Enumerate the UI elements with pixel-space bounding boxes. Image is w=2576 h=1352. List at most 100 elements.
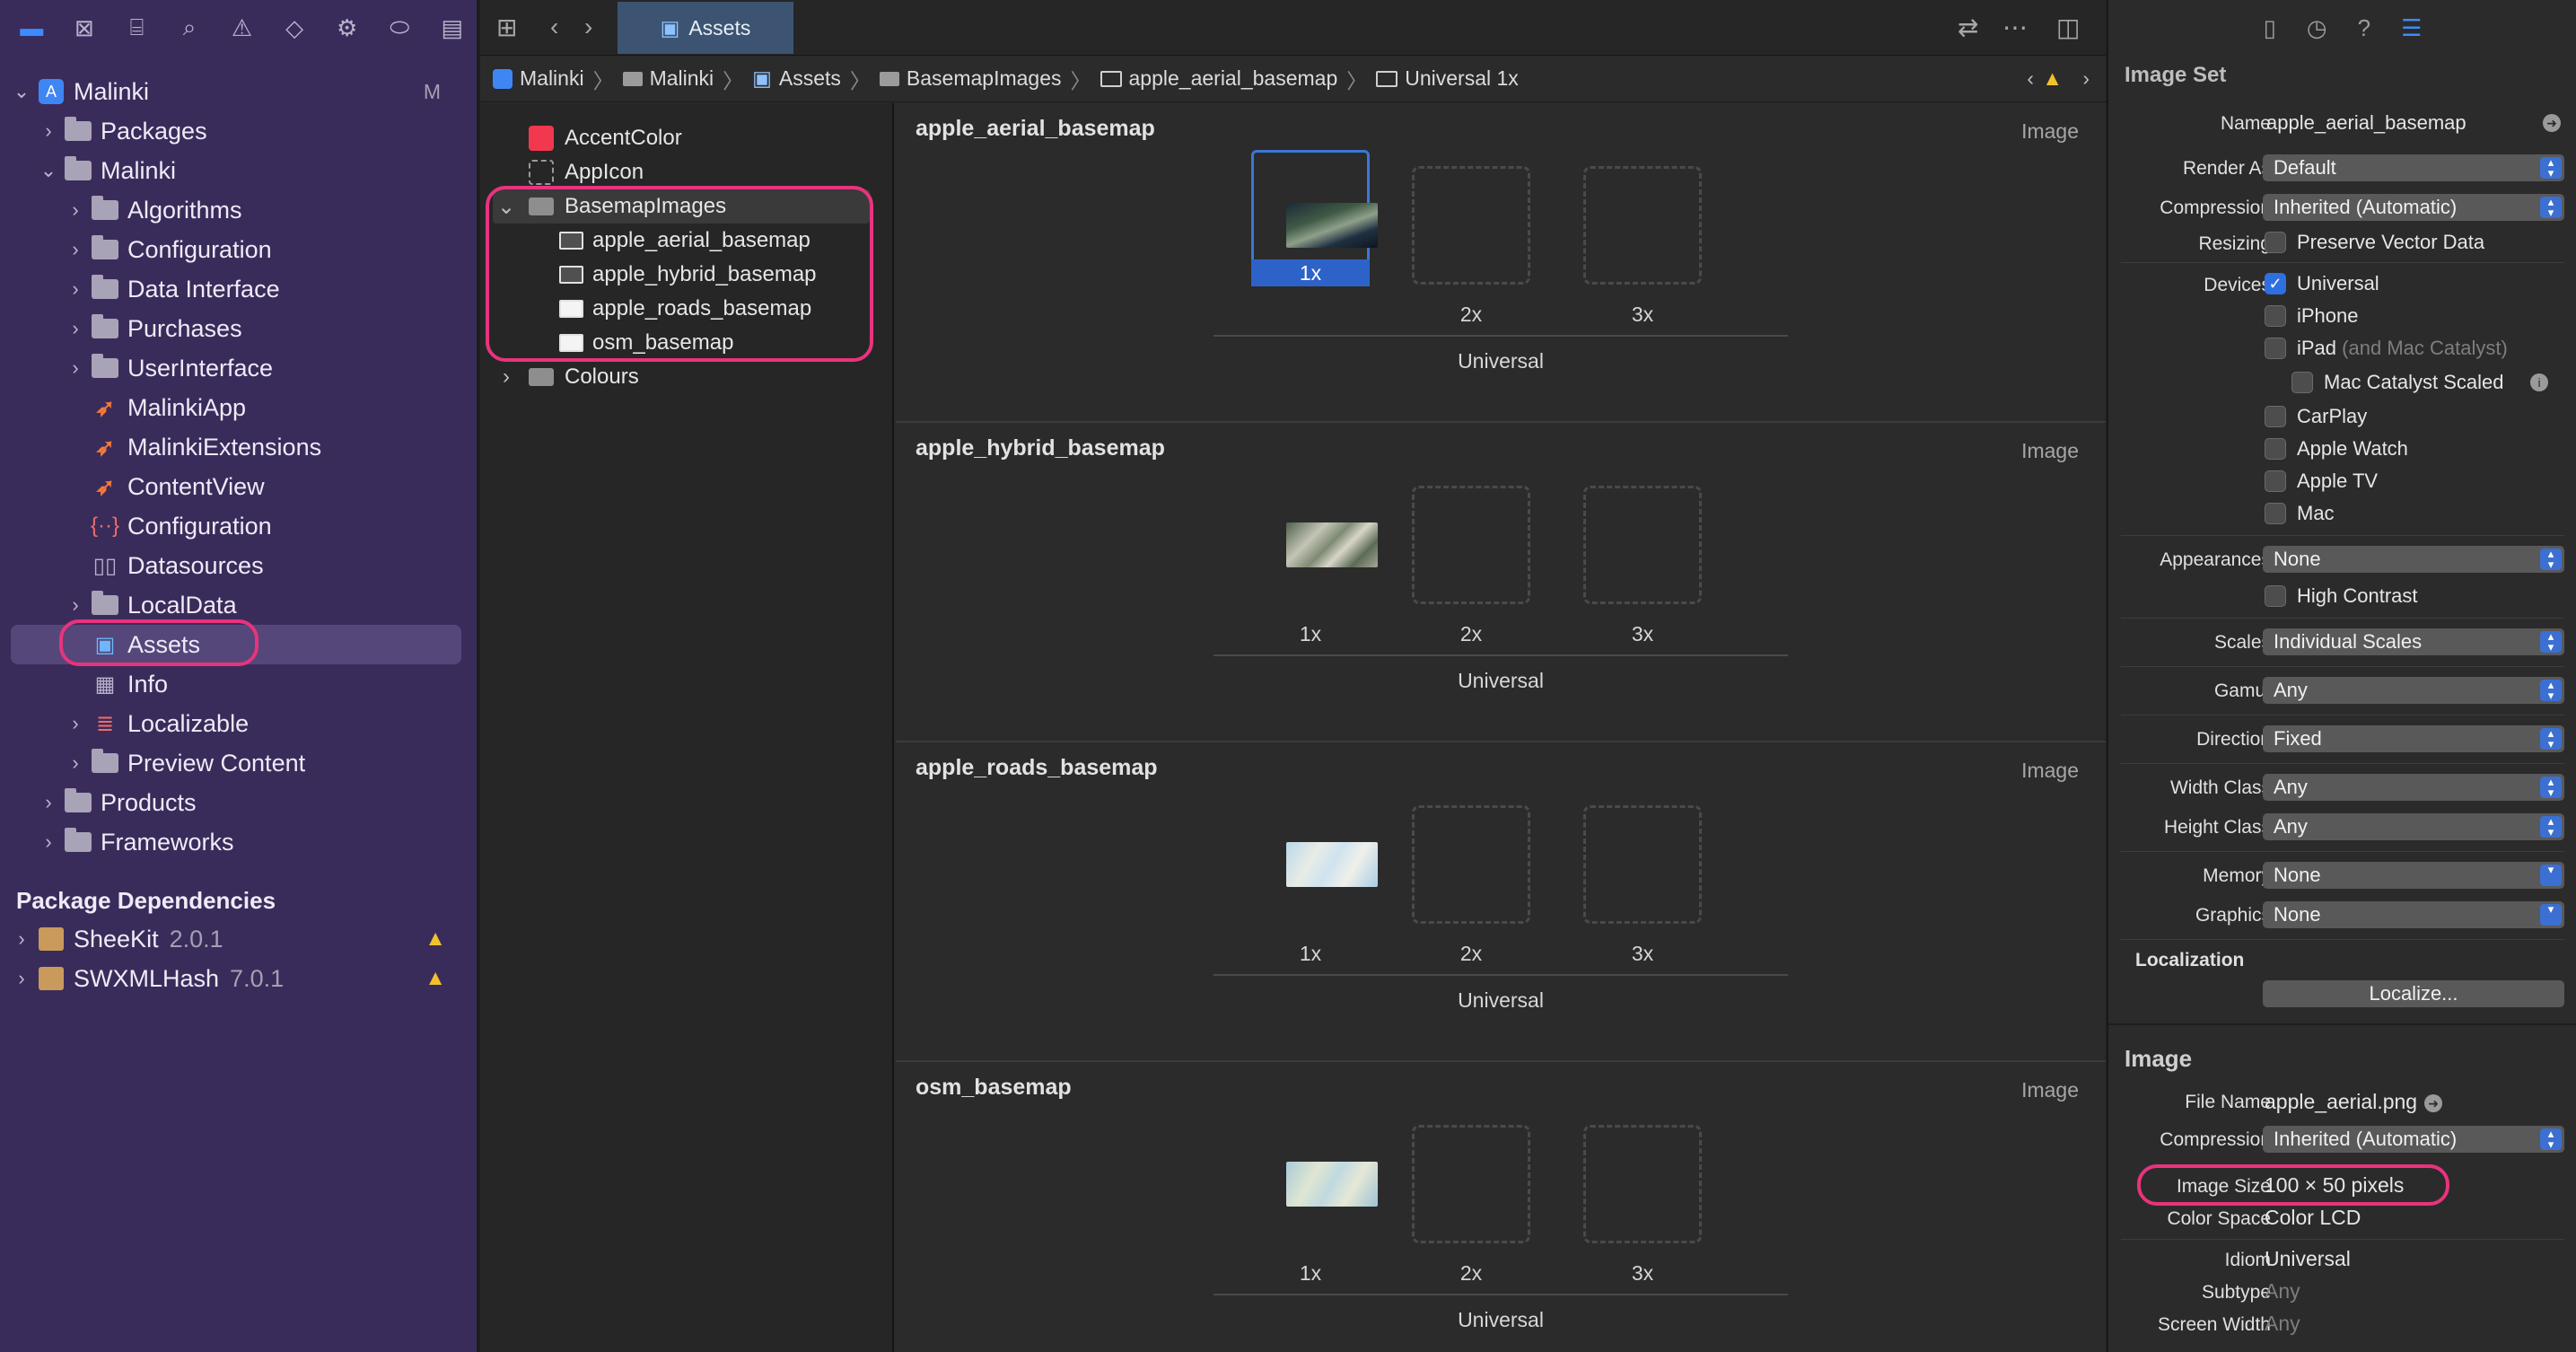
slot-1x[interactable]: 1x <box>1251 150 1378 286</box>
chevron-right-icon[interactable]: › <box>38 119 59 143</box>
slot-1x[interactable] <box>1251 486 1378 604</box>
tree-item-products[interactable]: › Products <box>0 783 477 822</box>
iphone-checkbox[interactable] <box>2265 305 2286 327</box>
chevron-down-icon[interactable]: ⌄ <box>38 159 59 182</box>
tree-item-info[interactable]: ▦ Info <box>0 664 477 704</box>
breadcrumb-item[interactable]: Malinki <box>622 66 714 91</box>
tree-item-preview-content[interactable]: › Preview Content <box>0 743 477 783</box>
jump-forward-icon[interactable]: › <box>2082 66 2090 91</box>
tree-item-malinkiapp[interactable]: ➶ MalinkiApp <box>0 388 477 427</box>
chevron-down-icon[interactable]: ⌄ <box>11 80 32 103</box>
tree-item-contentview[interactable]: ➶ ContentView <box>0 467 477 506</box>
direction-popup[interactable]: Fixed ▴ ▾ <box>2263 725 2564 752</box>
outline-item-appicon[interactable]: AppIcon <box>529 155 644 189</box>
chevron-right-icon[interactable]: › <box>65 317 86 340</box>
tree-item-malinkiextensions[interactable]: ➶ MalinkiExtensions <box>0 427 477 467</box>
slot-3x[interactable] <box>1583 486 1702 604</box>
render-as-popup[interactable]: Default ▴ ▾ <box>2263 154 2564 181</box>
carplay-checkbox[interactable] <box>2265 406 2286 427</box>
slot-1x[interactable] <box>1251 805 1378 924</box>
help-icon[interactable]: ? <box>2358 14 2370 42</box>
chevron-right-icon[interactable]: › <box>65 356 86 380</box>
graphics-popup[interactable]: None ▾ <box>2263 901 2564 928</box>
chevron-right-icon[interactable]: › <box>65 712 86 735</box>
memory-popup[interactable]: None ▾ <box>2263 862 2564 889</box>
image-compression-popup[interactable]: Inherited (Automatic) ▴ ▾ <box>2263 1126 2564 1153</box>
file-inspector-icon[interactable]: ▯ <box>2264 14 2276 42</box>
tree-item-configuration-folder[interactable]: › Configuration <box>0 230 477 269</box>
appearances-popup[interactable]: None ▴ ▾ <box>2263 546 2564 573</box>
breadcrumb-item[interactable]: Malinki <box>493 66 584 91</box>
slot-3x[interactable] <box>1583 166 1702 285</box>
catalyst-scaled-checkbox[interactable] <box>2291 372 2313 393</box>
package-swxmlhash[interactable]: › SWXMLHash 7.0.1 ▲ <box>0 959 477 998</box>
universal-checkbox[interactable]: ✓ <box>2265 273 2286 294</box>
test-icon[interactable]: ◇ <box>268 0 321 56</box>
tree-item-malinki-group[interactable]: ⌄ Malinki <box>0 151 477 190</box>
arrow-circle-icon[interactable]: ➜ <box>2424 1093 2443 1112</box>
warning-icon[interactable]: ▲ <box>425 966 446 991</box>
tree-item-project[interactable]: ⌄ A Malinki M <box>0 72 477 111</box>
attributes-inspector-icon[interactable]: ☰ <box>2401 14 2422 42</box>
source-control-icon[interactable]: ⊠ <box>58 0 111 56</box>
compression-popup[interactable]: Inherited (Automatic) ▴ ▾ <box>2263 194 2564 221</box>
apple-watch-checkbox[interactable] <box>2265 438 2286 460</box>
warning-icon[interactable]: ▲ <box>425 926 446 952</box>
height-class-popup[interactable]: Any ▴ ▾ <box>2263 813 2564 840</box>
slot-2x[interactable] <box>1412 805 1530 924</box>
jump-back-icon[interactable]: ‹ <box>2027 66 2034 91</box>
debug-icon[interactable]: ⚙ <box>320 0 373 56</box>
chevron-right-icon[interactable]: › <box>65 751 86 775</box>
tab-assets[interactable]: ▣ Assets <box>618 2 793 54</box>
tree-item-data-interface[interactable]: › Data Interface <box>0 269 477 309</box>
slot-3x[interactable] <box>1583 805 1702 924</box>
chevron-right-icon[interactable]: › <box>38 830 59 854</box>
tree-item-frameworks[interactable]: › Frameworks <box>0 822 477 862</box>
breadcrumb-item[interactable]: BasemapImages <box>879 66 1062 91</box>
breakpoint-icon[interactable]: ⬭ <box>373 0 426 56</box>
grid-icon[interactable]: ⊞ <box>496 13 517 42</box>
report-icon[interactable]: ▤ <box>426 0 478 56</box>
slot-1x[interactable] <box>1251 1125 1378 1243</box>
chevron-right-icon[interactable]: › <box>11 927 32 951</box>
tree-item-datasources[interactable]: ▯▯ Datasources <box>0 546 477 585</box>
slot-2x[interactable] <box>1412 166 1530 285</box>
history-icon[interactable]: ◷ <box>2307 14 2327 42</box>
tree-item-configuration-json[interactable]: {··} Configuration <box>0 506 477 546</box>
search-icon[interactable]: ⌕ <box>163 0 216 56</box>
back-icon[interactable]: ‹ <box>550 13 558 41</box>
info-icon[interactable]: i <box>2530 373 2548 391</box>
width-class-popup[interactable]: Any ▴ ▾ <box>2263 774 2564 801</box>
package-sheekit[interactable]: › SheeKit 2.0.1 ▲ <box>0 919 477 959</box>
tree-item-purchases[interactable]: › Purchases <box>0 309 477 348</box>
chevron-right-icon[interactable]: › <box>65 198 86 222</box>
preserve-vector-checkbox[interactable] <box>2265 232 2286 253</box>
outline-item-accentcolor[interactable]: AccentColor <box>529 121 682 155</box>
localize-button[interactable]: Localize... <box>2263 980 2564 1007</box>
mac-checkbox[interactable] <box>2265 503 2286 524</box>
breadcrumb-item[interactable]: Universal 1x <box>1376 66 1519 91</box>
chevron-right-icon[interactable]: › <box>65 593 86 617</box>
ipad-checkbox[interactable] <box>2265 338 2286 359</box>
issue-icon[interactable]: ⚠ <box>215 0 268 56</box>
chevron-right-icon[interactable]: › <box>65 238 86 261</box>
forward-icon[interactable]: › <box>584 13 592 41</box>
swap-icon[interactable]: ⇄ <box>1958 13 1978 42</box>
more-icon[interactable]: ⋯ <box>2002 13 2028 42</box>
chevron-right-icon[interactable]: › <box>65 277 86 301</box>
slot-3x[interactable] <box>1583 1125 1702 1243</box>
tree-item-packages[interactable]: › Packages <box>0 111 477 151</box>
folder-icon[interactable]: ▬ <box>5 0 58 56</box>
tree-item-userinterface[interactable]: › UserInterface <box>0 348 477 388</box>
chevron-right-icon[interactable]: › <box>11 967 32 990</box>
arrow-circle-icon[interactable]: ➜ <box>2543 114 2561 132</box>
warning-icon[interactable]: ▲ <box>2042 66 2063 91</box>
symbol-icon[interactable]: ⌸ <box>110 0 163 56</box>
tree-item-algorithms[interactable]: › Algorithms <box>0 190 477 230</box>
tree-item-localizable[interactable]: › ≣ Localizable <box>0 704 477 743</box>
breadcrumb-item[interactable]: apple_aerial_basemap <box>1100 66 1337 91</box>
apple-tv-checkbox[interactable] <box>2265 470 2286 492</box>
chevron-right-icon[interactable]: › <box>493 364 520 390</box>
outline-item-colours[interactable]: › Colours <box>493 360 639 394</box>
name-field[interactable]: apple_aerial_basemap ➜ <box>2263 110 2568 136</box>
